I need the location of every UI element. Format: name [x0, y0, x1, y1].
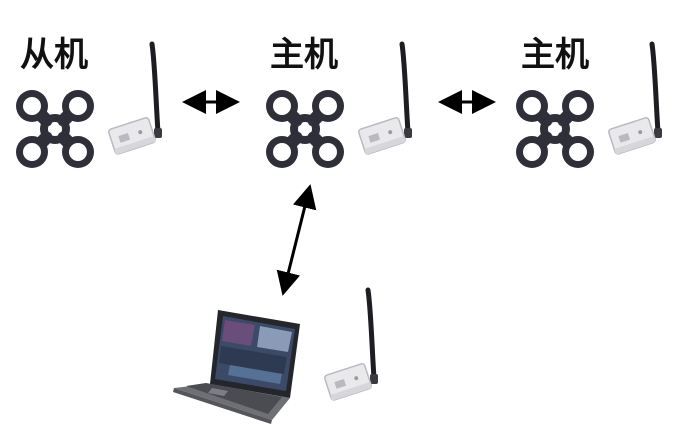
radio-module-icon [608, 44, 662, 155]
diagram-canvas [0, 0, 688, 424]
drone-icon [516, 90, 594, 168]
radio-module-icon [108, 44, 162, 155]
drone-icon [16, 90, 94, 168]
link-arrow [276, 184, 317, 296]
network-diagram: 从机 主机 主机 [0, 0, 688, 436]
radio-module-icon [358, 44, 412, 155]
radio-module-icon [324, 290, 378, 401]
drone-icon [266, 90, 344, 168]
laptop-icon [173, 310, 300, 424]
